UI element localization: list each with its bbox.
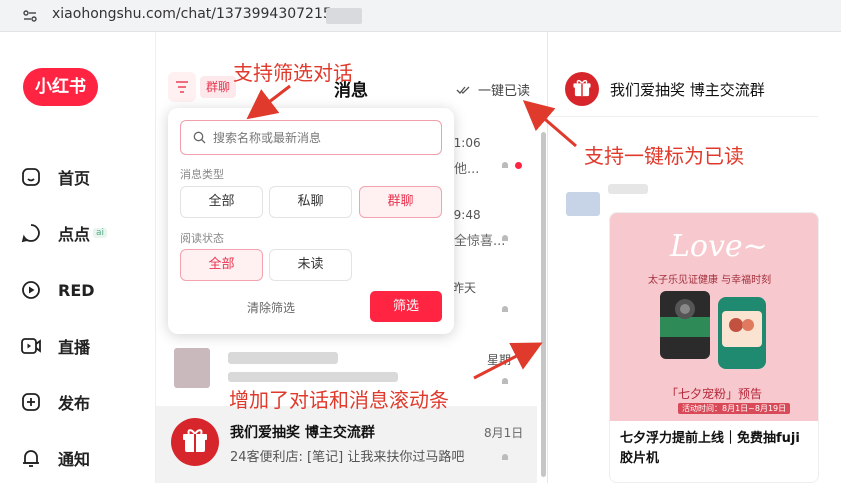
search-input[interactable] <box>213 127 433 149</box>
annotation-filter: 支持筛选对话 <box>233 61 353 85</box>
chat-row-name: 我们爱抽奖 博主交流群 <box>230 425 375 441</box>
apply-filter-button[interactable]: 筛选 <box>370 291 442 322</box>
type-option-all[interactable]: 全部 <box>180 186 263 218</box>
nav-label-notifications: 通知 <box>58 450 91 469</box>
read-option-unread[interactable]: 未读 <box>269 249 352 281</box>
clear-filter-button[interactable]: 清除筛选 <box>247 299 295 316</box>
redacted-url-part <box>326 8 362 24</box>
blurred-avatar <box>174 348 210 388</box>
blurred-preview <box>228 372 398 382</box>
search-box[interactable] <box>180 120 442 155</box>
url-text[interactable]: xiaohongshu.com/chat/1373994307215 <box>52 6 332 22</box>
left-sidebar: 小红书 首页 点点 ai RED 直播 发布 通知 <box>0 32 155 483</box>
live-icon <box>21 338 41 354</box>
gift-icon <box>573 79 591 97</box>
browser-address-bar[interactable]: xiaohongshu.com/chat/1373994307215 <box>0 0 841 32</box>
annotation-scrollbar: 增加了对话和消息滚动条 <box>229 388 449 412</box>
nav-label-home: 首页 <box>58 169 91 188</box>
group-avatar <box>171 418 219 466</box>
blurred-sender-avatar <box>566 192 600 216</box>
cover-subtitle: 太子乐见证健康 与幸福时刻 <box>648 275 772 286</box>
row-snippet: 他... <box>454 162 480 177</box>
message-type-label: 消息类型 <box>180 168 224 181</box>
camera-product-illustration <box>660 291 710 359</box>
unread-dot <box>515 162 522 169</box>
chat-panel: 我们爱抽奖 博主交流群 Love~ 太子乐见证健康 与幸福时刻 「七夕宠粉」预告… <box>548 32 841 483</box>
mark-all-read-label: 一键已读 <box>478 84 531 99</box>
promo-date: 活动时间：8月1日~8月19日 <box>678 403 791 414</box>
promo-title: 「七夕宠粉」预告 <box>666 387 763 401</box>
cover-love-text: Love~ <box>670 229 768 264</box>
chat-row-date: 8月1日 <box>484 426 524 440</box>
xiaohongshu-chat-page: xiaohongshu.com/chat/1373994307215 小红书 首… <box>0 0 841 483</box>
plus-icon <box>22 393 40 411</box>
gift-icon <box>183 429 207 452</box>
ai-badge: ai <box>93 228 108 238</box>
annotation-mark-read: 支持一键标为已读 <box>584 144 744 168</box>
mark-all-read-button[interactable]: 一键已读 <box>456 80 530 99</box>
chat-row-active[interactable]: 我们爱抽奖 博主交流群 8月1日 24客便利店: [笔记] 让我来扶你过马路吧 <box>156 406 537 483</box>
nav-label-publish: 发布 <box>58 394 91 413</box>
bell-icon <box>23 450 39 467</box>
nav-item-home[interactable]: 首页 <box>20 162 150 192</box>
chat-title: 我们爱抽奖 博主交流群 <box>610 81 765 99</box>
shared-note-card[interactable]: Love~ 太子乐见证健康 与幸福时刻 「七夕宠粉」预告 活动时间：8月1日~8… <box>609 212 819 483</box>
read-status-label: 阅读状态 <box>180 232 224 245</box>
mute-bell-icon <box>502 162 508 168</box>
blurred-name <box>228 352 338 364</box>
note-cover-image: Love~ 太子乐见证健康 与幸福时刻 「七夕宠粉」预告 活动时间：8月1日~8… <box>610 213 818 421</box>
blurred-sender-name <box>608 184 648 194</box>
row-time: 星期 <box>487 353 512 367</box>
xiaohongshu-logo[interactable]: 小红书 <box>23 68 98 106</box>
row-snippet: 全惊喜... <box>454 234 506 249</box>
play-icon <box>22 281 40 299</box>
chat-header-avatar <box>565 72 599 106</box>
nav-item-live[interactable]: 直播 <box>20 331 150 361</box>
site-settings-icon[interactable] <box>22 8 38 24</box>
nav-item-notifications[interactable]: 通知 <box>20 443 150 473</box>
double-check-icon <box>456 86 470 94</box>
filter-button[interactable] <box>168 72 196 102</box>
chat-row-preview: 24客便利店: [笔记] 让我来扶你过马路吧 <box>230 450 465 465</box>
mute-bell-icon <box>502 378 508 384</box>
mute-bell-icon <box>502 306 508 312</box>
nav-label-live: 直播 <box>58 338 91 357</box>
milk-powder-illustration <box>718 297 766 369</box>
message-list-scrollbar[interactable] <box>541 132 546 477</box>
mute-bell-icon <box>502 454 508 460</box>
active-filter-chip[interactable]: 群聊 <box>200 76 237 98</box>
nav-item-red[interactable]: RED <box>20 275 150 305</box>
filter-popover: 消息类型 全部 私聊 群聊 阅读状态 全部 未读 清除筛选 筛选 <box>168 108 454 334</box>
search-icon <box>193 131 206 144</box>
type-option-private[interactable]: 私聊 <box>269 186 352 218</box>
note-caption: 七夕浮力提前上线｜免费抽fuji胶片机 <box>620 431 800 466</box>
nav-item-diandian[interactable]: 点点 ai <box>20 218 150 248</box>
mute-bell-icon <box>502 235 508 241</box>
chat-header-divider <box>548 116 818 117</box>
nav-label-red: RED <box>58 280 95 300</box>
chat-bubble-icon <box>21 224 40 243</box>
nav-label-diandian: 点点 <box>58 225 91 244</box>
nav-item-publish[interactable]: 发布 <box>20 387 150 417</box>
home-icon <box>22 168 40 186</box>
type-option-group[interactable]: 群聊 <box>359 186 442 218</box>
read-option-all[interactable]: 全部 <box>180 249 263 281</box>
filter-icon <box>176 81 188 93</box>
row-time: 昨天 <box>452 281 477 295</box>
